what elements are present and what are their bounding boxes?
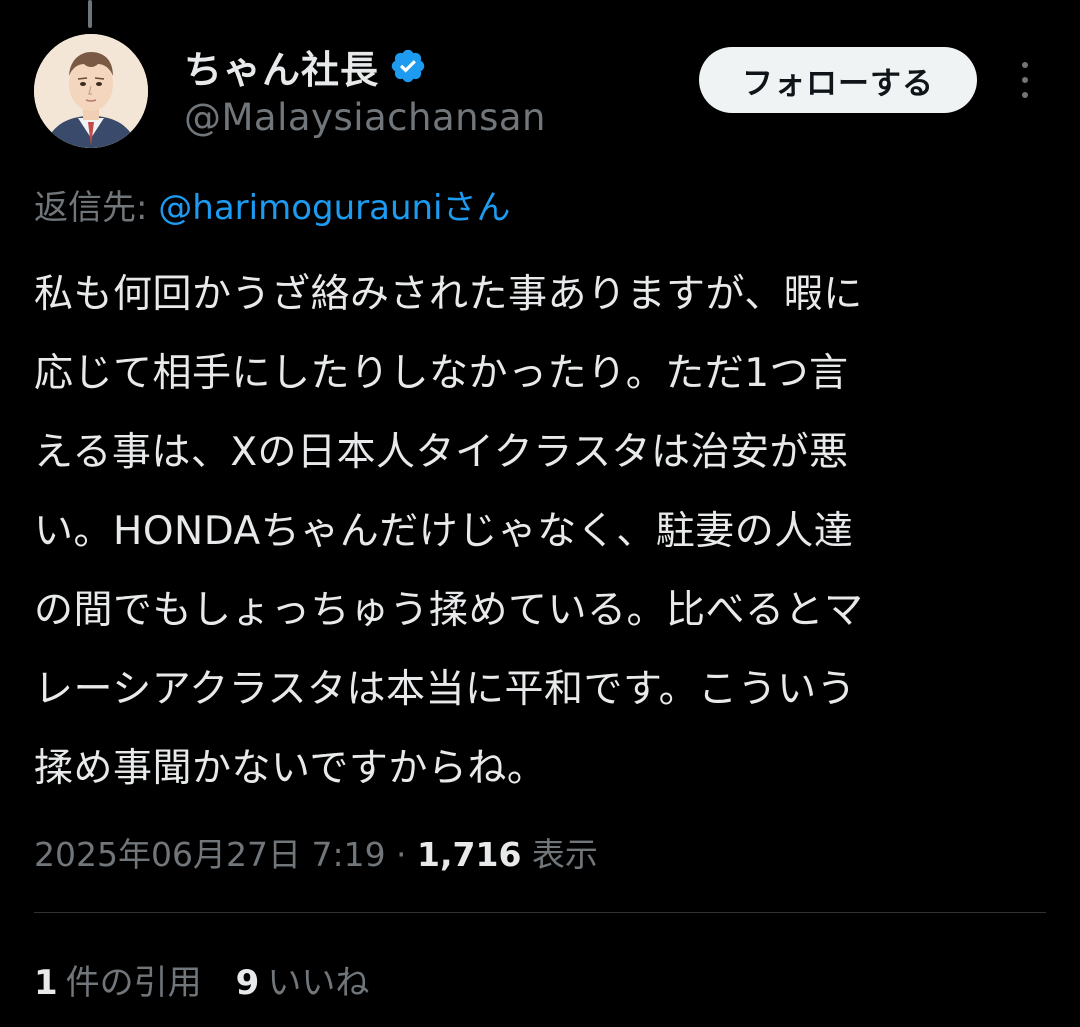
tweet-header: ちゃん社長 @Malaysiachansan フォローする xyxy=(34,34,1046,150)
likes-stat[interactable]: 9 いいね xyxy=(236,955,370,1004)
quotes-stat[interactable]: 1 件の引用 xyxy=(34,955,202,1004)
tweet-text-line: レーシアクラスタは本当に平和です。こういう xyxy=(34,667,857,712)
more-dot xyxy=(1022,62,1028,68)
more-dot xyxy=(1022,77,1028,83)
more-dot xyxy=(1022,92,1028,98)
likes-label: いいね xyxy=(267,963,370,1003)
views-count: 1,716 xyxy=(417,835,522,874)
likes-count: 9 xyxy=(235,963,260,1003)
quotes-count: 1 xyxy=(34,963,58,1003)
author-info: ちゃん社長 @Malaysiachansan xyxy=(184,38,546,140)
views-label: 表示 xyxy=(521,835,598,874)
author-handle[interactable]: @Malaysiachansan xyxy=(184,96,546,139)
tweet-text-line: 私も何回かうざ絡みされた事ありますが、暇に xyxy=(34,272,863,317)
verified-badge-icon xyxy=(389,47,427,85)
tweet-text: 私も何回かうざ絡みされた事ありますが、暇に 応じて相手にしたりしなかったり。ただ… xyxy=(34,255,1044,808)
tweet-text-line: 応じて相手にしたりしなかったり。ただ1つ言 xyxy=(34,351,849,396)
reply-to-line: 返信先: @harimogurauniさん xyxy=(34,180,510,229)
follow-button[interactable]: フォローする xyxy=(699,47,977,113)
tweet-text-line: 揉め事聞かないですからね。 xyxy=(34,746,547,791)
tweet-text-line: える事は、Xの日本人タイクラスタは治安が悪 xyxy=(34,430,849,475)
reply-to-prefix: 返信先: xyxy=(34,188,159,228)
more-options-icon[interactable] xyxy=(1010,56,1040,104)
display-name-row: ちゃん社長 xyxy=(184,38,546,94)
author-display-name[interactable]: ちゃん社長 xyxy=(184,39,379,94)
meta-separator: · xyxy=(385,835,418,874)
avatar-illustration xyxy=(34,34,148,148)
tweet-text-line: い。HONDAちゃんだけじゃなく、駐妻の人達 xyxy=(34,509,854,554)
avatar[interactable] xyxy=(34,34,148,148)
reply-to-mention-link[interactable]: @harimogurauniさん xyxy=(158,188,510,228)
engagement-stats: 1 件の引用 9 いいね xyxy=(34,955,403,1004)
tweet-meta: 2025年06月27日 7:19 · 1,716 表示 xyxy=(34,828,598,876)
divider xyxy=(34,912,1046,913)
tweet-text-line: の間でもしょっちゅう揉めている。比べるとマ xyxy=(34,588,864,633)
quotes-label: 件の引用 xyxy=(65,963,202,1003)
tweet-timestamp[interactable]: 2025年06月27日 7:19 xyxy=(34,835,386,874)
thread-connector-line xyxy=(88,0,92,28)
